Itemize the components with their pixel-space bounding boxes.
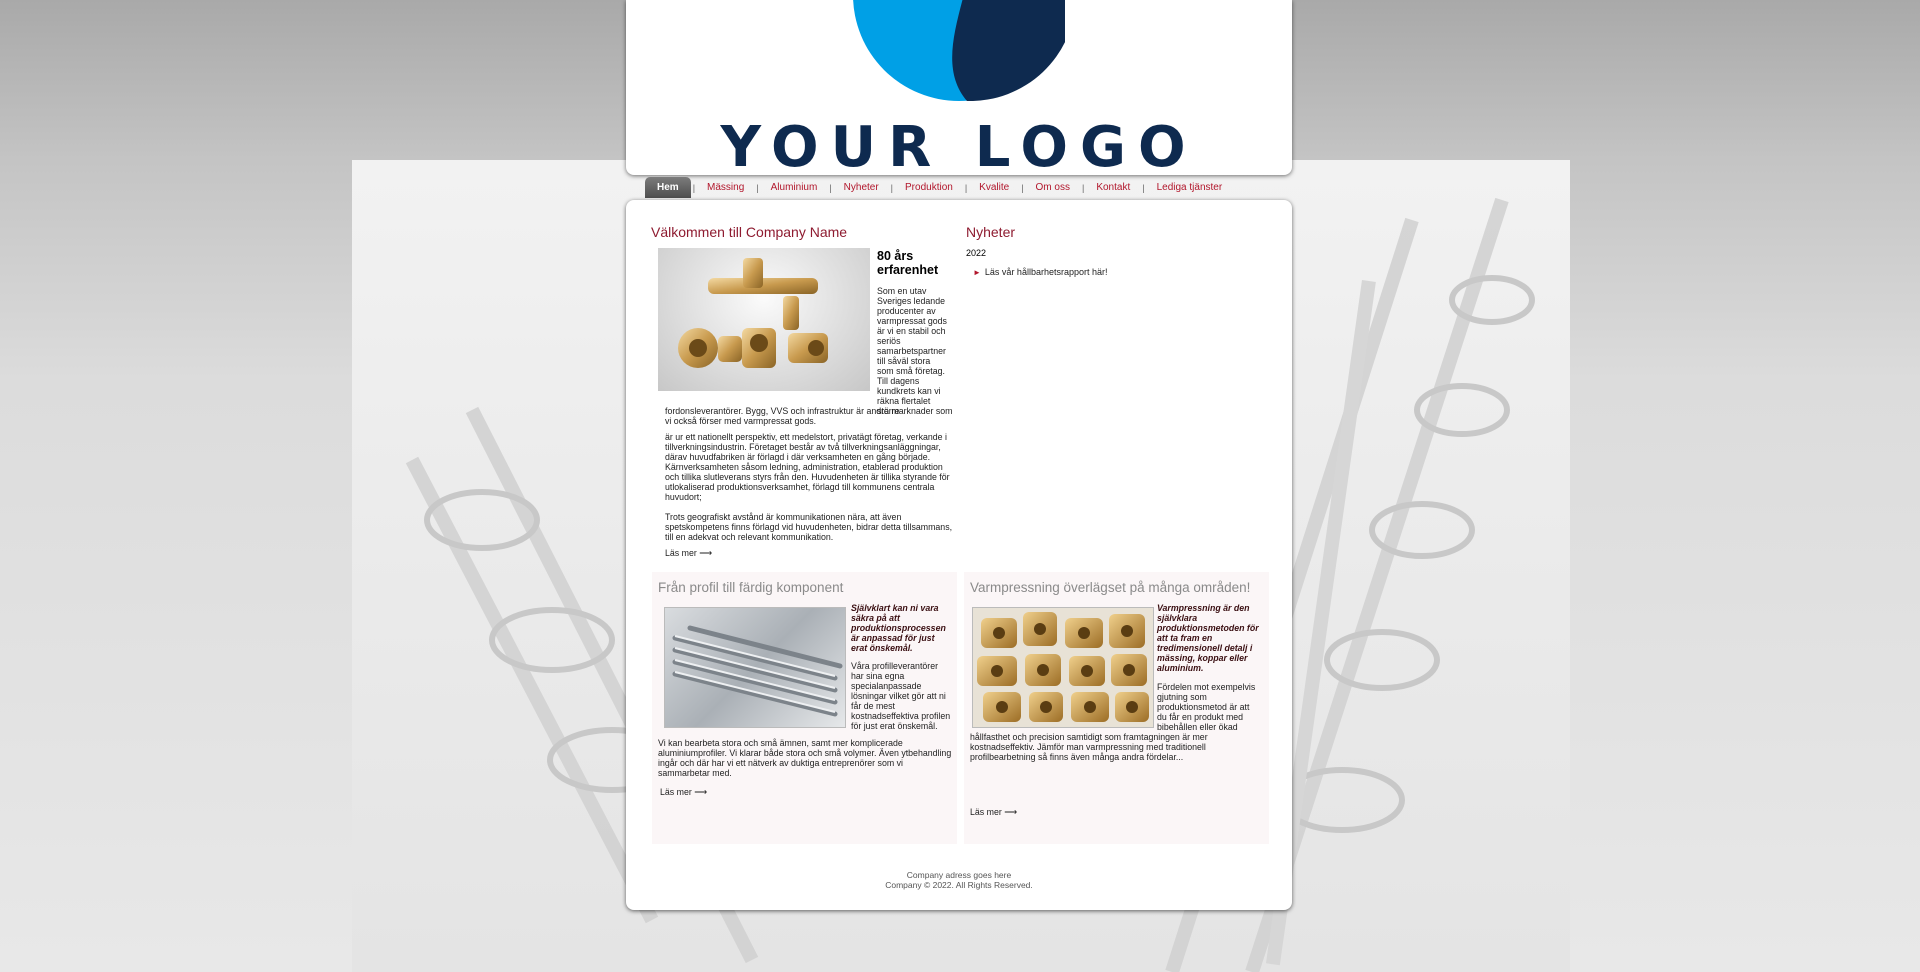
hot-pressing-box: Varmpressning överlägset på många område…	[964, 572, 1269, 844]
box-left-lead: Självklart kan ni vara säkra på att prod…	[851, 603, 946, 653]
box-right-paragraph-start: Fördelen mot exempelvis gjutning som pro…	[1157, 682, 1256, 732]
welcome-paragraph-2: är ur ett nationellt perspektiv, ett med…	[665, 432, 950, 502]
read-more-label: Läs mer	[970, 807, 1002, 817]
header: YOUR LOGO	[626, 0, 1292, 175]
nav-item-nyheter[interactable]: Nyheter	[834, 177, 889, 198]
footer: Company adress goes here Company © 2022.…	[626, 870, 1292, 890]
brass-fittings-image	[658, 248, 870, 391]
news-link-label: Läs vår hållbarhetsrapport här!	[984, 267, 1108, 277]
box-right-lead: Varmpressning är den självklara produkti…	[1157, 603, 1259, 673]
box-left-read-more-link[interactable]: Läs mer ⟶	[660, 787, 707, 798]
welcome-title: Välkommen till Company Name	[651, 224, 848, 240]
news-title: Nyheter	[966, 224, 1016, 240]
footer-copyright: Company © 2022. All Rights Reserved.	[885, 880, 1033, 890]
welcome-read-more-link[interactable]: Läs mer ⟶	[665, 548, 712, 559]
logo-circle-dark	[952, 0, 1065, 101]
read-more-label: Läs mer	[665, 548, 697, 558]
arrow-icon: ⟶	[699, 548, 713, 558]
box-right-paragraph-end: hållfasthet och precision samtidigt som …	[970, 732, 1208, 762]
nav-item-lediga-tjanster[interactable]: Lediga tjänster	[1147, 177, 1233, 198]
main-nav: Hem | Mässing | Aluminium | Nyheter | Pr…	[645, 177, 1232, 198]
box-left-paragraph-2: Vi kan bearbeta stora och små ämnen, sam…	[658, 738, 952, 778]
welcome-paragraph-end: fordonsleverantörer. Bygg, VVS och infra…	[665, 406, 953, 426]
box-left-title: Från profil till färdig komponent	[658, 580, 844, 595]
footer-address: Company adress goes here	[906, 870, 1012, 880]
nav-item-aluminium[interactable]: Aluminium	[761, 177, 828, 198]
brass-parts-image	[972, 607, 1154, 728]
nav-item-hem[interactable]: Hem	[645, 177, 691, 198]
nav-item-om-oss[interactable]: Om oss	[1026, 177, 1080, 198]
box-left-paragraph-1: Våra profilleverantörer har sina egna sp…	[851, 661, 951, 731]
arrow-icon: ⟶	[1004, 807, 1018, 817]
arrow-icon: ⟶	[694, 787, 708, 797]
logo-mark	[853, 0, 1065, 101]
bullet-arrow-icon: ►	[973, 268, 981, 277]
box-right-read-more-link[interactable]: Läs mer ⟶	[970, 807, 1017, 818]
news-year: 2022	[966, 248, 987, 258]
nav-item-produktion[interactable]: Produktion	[895, 177, 963, 198]
read-more-label: Läs mer	[660, 787, 692, 797]
main-content: Välkommen till Company Name Nyheter 80 å…	[626, 200, 1292, 910]
profile-component-box: Från profil till färdig komponent Självk…	[652, 572, 957, 844]
nav-item-massing[interactable]: Mässing	[697, 177, 754, 198]
welcome-paragraph-start: Som en utav Sveriges ledande producenter…	[877, 286, 947, 416]
nav-item-kvalite[interactable]: Kvalite	[969, 177, 1019, 198]
logo-text: YOUR LOGO	[720, 115, 1198, 176]
aluminium-profiles-image	[664, 607, 846, 728]
welcome-paragraph-3: Trots geografiskt avstånd är kommunikati…	[665, 512, 953, 542]
welcome-subtitle: 80 års erfarenhet	[877, 249, 939, 277]
news-link-sustainability-report[interactable]: ► Läs vår hållbarhetsrapport här!	[973, 267, 1108, 277]
box-right-title: Varmpressning överlägset på många område…	[970, 580, 1251, 595]
nav-item-kontakt[interactable]: Kontakt	[1086, 177, 1140, 198]
